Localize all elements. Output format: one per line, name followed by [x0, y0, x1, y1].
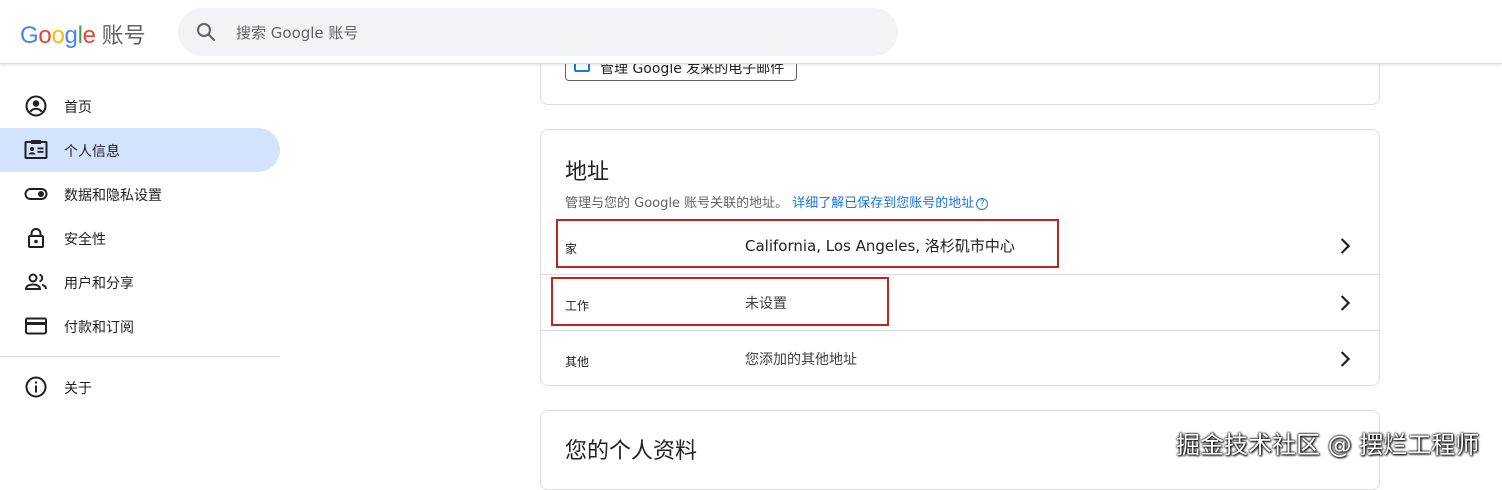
sidebar-item-label: 个人信息 — [64, 144, 120, 160]
address-card: 地址 管理与您的 Google 账号关联的地址。 详细了解已保存到您账号的地址?… — [540, 129, 1380, 386]
account-circle-icon — [25, 95, 47, 117]
sidebar-item-payments[interactable]: 付款和订阅 — [0, 304, 280, 348]
learn-more-text: 详细了解已保存到您账号的地址 — [792, 196, 975, 211]
chevron-right-icon — [1340, 295, 1351, 311]
row-value: 您添加的其他地址 — [745, 352, 857, 368]
people-icon — [24, 273, 47, 290]
sidebar-item-label: 关于 — [64, 381, 92, 397]
address-row-home[interactable]: 家 California, Los Angeles, 洛杉矶市中心 — [541, 218, 1379, 274]
watermark-text: 掘金技术社区 @ 摆烂工程师 — [1176, 431, 1480, 459]
search-input[interactable]: 搜索 Google 账号 — [236, 22, 358, 43]
sidebar-item-home[interactable]: 首页 — [0, 84, 280, 128]
google-logo-wordmark: Google — [20, 22, 96, 49]
sidebar-nav: 首页 个人信息 数据和隐私设置 安全性 用户和分享 付款和订阅 关于 — [0, 84, 280, 409]
sidebar-item-label: 数据和隐私设置 — [64, 188, 162, 204]
sidebar-item-personal-info[interactable]: 个人信息 — [0, 128, 280, 172]
row-label: 其他 — [565, 355, 590, 369]
row-label: 工作 — [565, 299, 590, 313]
address-row-work[interactable]: 工作 未设置 — [541, 274, 1379, 330]
account-title: 账号 — [101, 24, 146, 49]
search-icon — [197, 23, 216, 42]
sidebar-item-data-privacy[interactable]: 数据和隐私设置 — [0, 172, 280, 216]
id-card-icon — [24, 140, 48, 159]
credit-card-icon — [25, 317, 47, 335]
description-text: 管理与您的 Google 账号关联的地址。 — [565, 196, 789, 211]
sidebar-item-people-sharing[interactable]: 用户和分享 — [0, 260, 280, 304]
google-account-logo[interactable]: Google 账号 — [20, 18, 146, 49]
sidebar-item-about[interactable]: 关于 — [0, 365, 280, 409]
card-description: 管理与您的 Google 账号关联的地址。 详细了解已保存到您账号的地址? — [565, 192, 989, 211]
card-title: 您的个人资料 — [565, 439, 698, 464]
info-icon — [25, 376, 47, 398]
row-value: California, Los Angeles, 洛杉矶市中心 — [745, 237, 1015, 255]
row-label: 家 — [565, 242, 578, 256]
toggle-icon — [24, 188, 48, 200]
sidebar-item-security[interactable]: 安全性 — [0, 216, 280, 260]
top-app-bar: Google 账号 搜索 Google 账号 — [0, 0, 1502, 64]
help-icon: ? — [976, 198, 989, 210]
learn-more-link[interactable]: 详细了解已保存到您账号的地址? — [792, 196, 989, 211]
chevron-right-icon — [1340, 238, 1351, 254]
lock-icon — [28, 228, 44, 248]
address-row-other[interactable]: 其他 您添加的其他地址 — [541, 330, 1379, 386]
search-bar[interactable]: 搜索 Google 账号 — [178, 8, 898, 56]
sidebar-divider — [0, 356, 280, 357]
sidebar-item-label: 安全性 — [64, 232, 106, 248]
sidebar-item-label: 用户和分享 — [64, 276, 134, 292]
card-title: 地址 — [565, 160, 610, 185]
sidebar-item-label: 付款和订阅 — [64, 320, 134, 336]
sidebar-item-label: 首页 — [64, 100, 92, 116]
chevron-right-icon — [1340, 351, 1351, 367]
row-value: 未设置 — [745, 296, 787, 312]
